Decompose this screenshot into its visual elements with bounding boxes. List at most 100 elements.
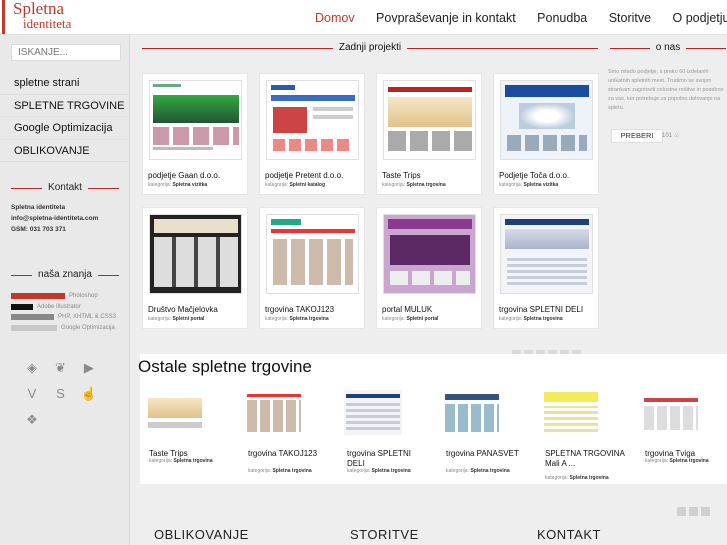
- search-input[interactable]: [11, 44, 121, 61]
- skill-bar: [11, 324, 57, 331]
- project-category: kategorija: Spletni portal: [148, 316, 205, 322]
- skill-label: Adobe Illustrator: [37, 303, 81, 310]
- read-more-button[interactable]: PREBERI: [611, 129, 663, 143]
- skill-bar: [11, 314, 54, 320]
- project-card[interactable]: Društvo Mačjelovka kategorija: Spletni po…: [142, 207, 248, 329]
- main-content: Zadnji projekti o nas podjetje Gaan d.o.…: [130, 35, 727, 545]
- nav-item-o-podjetju[interactable]: O podjetju: [673, 11, 727, 25]
- nav-item-domov[interactable]: Domov: [315, 11, 355, 25]
- projects-heading: Zadnji projekti: [142, 42, 598, 53]
- project-thumbnail[interactable]: [500, 214, 593, 294]
- other-store-category: kategorija: Spletna trgovina: [545, 475, 609, 481]
- skill-bar: [11, 303, 33, 310]
- skill-label: Google Optimizacija: [61, 324, 115, 331]
- footer-oblikovanje[interactable]: OBLIKOVANJE: [154, 527, 249, 542]
- nav-item-ponudba[interactable]: Ponudba: [537, 11, 587, 25]
- project-card[interactable]: Podjetje Toča d.o.o. kategorija: Spletna …: [493, 73, 599, 195]
- footer-kontakt[interactable]: KONTAKT: [537, 527, 601, 542]
- project-title[interactable]: Podjetje Toča d.o.o.: [499, 171, 569, 180]
- other-store-thumbnail[interactable]: [443, 390, 501, 435]
- project-thumbnail[interactable]: [383, 80, 476, 160]
- other-store-category: kategorija: Spletna trgovina: [149, 458, 213, 464]
- other-store-category: kategorija: Spletna trgovina: [347, 468, 411, 474]
- sidebar-item-spletne-trgovine[interactable]: SPLETNE TRGOVINE: [0, 95, 130, 117]
- sidebar-item-oblikovanje[interactable]: OBLIKOVANJE: [0, 140, 130, 162]
- like-icon: ♧: [673, 133, 680, 139]
- skill-row: Google Optimizacija: [11, 323, 131, 333]
- project-card[interactable]: podjetje Gaan d.o.o. kategorija: Spletna …: [142, 73, 248, 195]
- skills-list: Photoshop Adobe Illustrator PHP, XHTML & C…: [11, 291, 131, 333]
- project-category: kategorija: Spletna trgovina: [499, 316, 563, 322]
- project-title[interactable]: Taste Trips: [382, 171, 421, 180]
- digg-icon[interactable]: ◈: [22, 358, 42, 378]
- project-category: kategorija: Spletna vizitka: [148, 182, 208, 188]
- contact-email[interactable]: info@spletna-identiteta.com: [11, 213, 98, 224]
- project-thumbnail[interactable]: [266, 80, 359, 160]
- nav-item-storitve[interactable]: Storitve: [609, 11, 651, 25]
- project-title[interactable]: podjetje Gaan d.o.o.: [148, 171, 220, 180]
- sidebar-item-spletne-strani[interactable]: spletne strani: [0, 72, 130, 95]
- other-store-title[interactable]: trgovina TAKOJ123: [248, 449, 328, 459]
- likes-counter[interactable]: 101 ♧: [662, 132, 679, 139]
- project-thumbnail[interactable]: [149, 80, 242, 160]
- skill-label: Photoshop: [69, 293, 98, 299]
- contact-phone: GSM: 031 703 371: [11, 226, 66, 233]
- about-heading: o nas: [610, 42, 726, 53]
- project-category: kategorija: Spletna trgovina: [382, 182, 446, 188]
- youtube-icon[interactable]: ▶: [79, 358, 99, 378]
- likes-count: 101: [662, 133, 673, 139]
- project-category: kategorija: Spletna vizitka: [499, 182, 559, 188]
- project-title[interactable]: trgovina SPLETNI DELI: [499, 305, 583, 314]
- logo[interactable]: Spletna identiteta: [2, 0, 92, 34]
- sidebar-item-google-optimizacija[interactable]: Google Optimizacija: [0, 117, 130, 140]
- skill-bar: [11, 293, 65, 299]
- project-title[interactable]: Društvo Mačjelovka: [148, 305, 218, 314]
- sidebar-menu: spletne strani SPLETNE TRGOVINE Google O…: [0, 72, 130, 162]
- project-thumbnail[interactable]: [149, 214, 242, 294]
- project-title[interactable]: podjetje Pretent d.o.o.: [265, 171, 343, 180]
- other-store-thumbnail[interactable]: [344, 390, 402, 435]
- other-stores-pager: [677, 503, 713, 521]
- skill-row: Adobe Illustrator: [11, 302, 131, 312]
- other-store-thumbnail[interactable]: [245, 390, 303, 435]
- pager-dot[interactable]: [677, 507, 686, 516]
- other-store-title[interactable]: SPLETNA TRGOVINA Mali A ...: [545, 449, 625, 469]
- squirrel-icon[interactable]: ❦: [50, 358, 70, 378]
- project-card[interactable]: trgovina SPLETNI DELI kategorija: Spletna…: [493, 207, 599, 329]
- project-category: kategorija: Spletni portal: [382, 316, 439, 322]
- other-store-thumbnail[interactable]: [542, 390, 600, 435]
- project-card[interactable]: podjetje Pretent d.o.o. kategorija: Splet…: [259, 73, 365, 195]
- project-thumbnail[interactable]: [500, 80, 593, 160]
- project-category: kategorija: Spletna trgovina: [265, 316, 329, 322]
- project-thumbnail[interactable]: [383, 214, 476, 294]
- project-title[interactable]: portal MULUK: [382, 305, 432, 314]
- other-store-title[interactable]: trgovina PANASVET: [446, 449, 526, 459]
- other-store-thumbnail[interactable]: [146, 390, 204, 435]
- skill-row: PHP, XHTML & CSS3: [11, 312, 131, 322]
- project-thumbnail[interactable]: [266, 214, 359, 294]
- project-card[interactable]: portal MULUK kategorija: Spletni portal: [376, 207, 482, 329]
- logo-text-line1: Spletna: [13, 0, 64, 18]
- skills-heading: naša znanja: [11, 269, 119, 283]
- dropbox-icon[interactable]: ❖: [22, 410, 42, 430]
- other-store-thumbnail[interactable]: [642, 390, 700, 435]
- other-store-title[interactable]: trgovina SPLETNI DELI: [347, 449, 427, 469]
- thumbs-up-icon[interactable]: ☝: [79, 384, 99, 404]
- other-store-category: kategorija: Spletna trgovina: [446, 468, 510, 474]
- pager-dot[interactable]: [701, 507, 710, 516]
- project-title[interactable]: trgovina TAKOJ123: [265, 305, 334, 314]
- pager-dot[interactable]: [689, 507, 698, 516]
- skype-icon[interactable]: S: [50, 384, 70, 404]
- contact-company: Spletna identiteta: [11, 204, 66, 211]
- project-category: kategorija: Spletni katalog: [265, 182, 326, 188]
- footer-storitve[interactable]: STORITVE: [350, 527, 419, 542]
- nav-item-povprasevanje[interactable]: Povpraševanje in kontakt: [376, 11, 516, 25]
- other-store-category: kategorija: Spletna trgovina: [248, 468, 312, 474]
- skill-row: Photoshop: [11, 291, 131, 301]
- logo-text-line2: identiteta: [23, 16, 72, 31]
- other-store-category: kategorija: Spletna trgovina: [645, 458, 709, 464]
- project-card[interactable]: Taste Trips kategorija: Spletna trgovina: [376, 73, 482, 195]
- project-card[interactable]: trgovina TAKOJ123 kategorija: Spletna trg…: [259, 207, 365, 329]
- vimeo-icon[interactable]: V: [22, 384, 42, 404]
- contact-heading: Kontakt: [11, 182, 119, 196]
